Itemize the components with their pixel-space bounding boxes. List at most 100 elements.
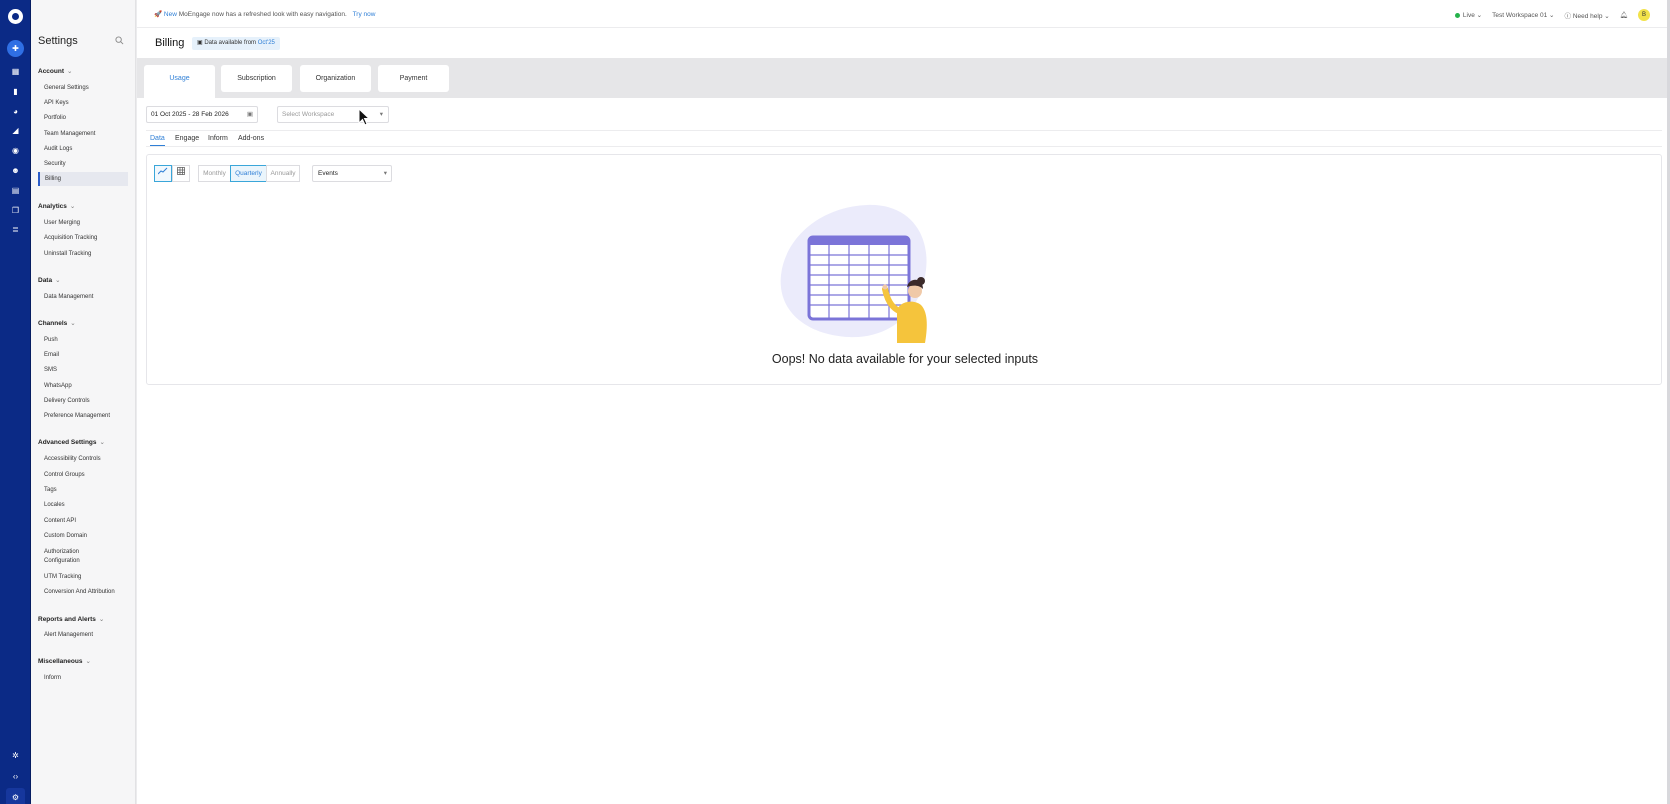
sidebar-item-uninstall-tracking[interactable]: Uninstall Tracking [44,250,91,258]
sidebar-item-locales[interactable]: Locales [44,501,65,509]
new-label: New [163,11,177,18]
status-dot-icon [1454,12,1460,18]
line-chart-view-button[interactable] [154,165,172,182]
sidebar-item-billing[interactable]: Billing [38,172,128,186]
sidebar-item-whatsapp[interactable]: WhatsApp [44,382,72,390]
calendar-icon: ▣ [197,40,203,46]
period-quarterly-button[interactable]: Quarterly [230,165,267,182]
sidebar-item-security[interactable]: Security [44,160,66,168]
sidebar-item-utm-tracking[interactable]: UTM Tracking [44,573,81,581]
bell-icon[interactable]: 🔔︎ [1620,11,1628,19]
sidebar-item-push[interactable]: Push [44,336,58,344]
page-header: Billing ▣ Data available from Oct'25 [137,28,1670,58]
metric-select[interactable]: Events ▾ [312,165,392,182]
help-icon: ⓘ [1564,13,1572,20]
announcement: 🚀 New MoEngage now has a refreshed look … [154,10,375,18]
usage-panel: 01 Oct 2025 - 28 Feb 2026 ▣ Select Works… [137,98,1670,804]
sidebar-item-data-management[interactable]: Data Management [44,293,93,301]
sidebar-item-general-settings[interactable]: General Settings [44,84,89,92]
mouse-cursor-icon [358,108,370,126]
chevron-down-icon: ⌄ [98,616,105,623]
chevron-down-icon: ⌄ [55,277,61,284]
sidebar-title: Settings [38,35,78,47]
sidebar-item-tags[interactable]: Tags [44,486,57,494]
settings-icon[interactable]: ⚙ [6,788,25,804]
sidebar-item-inform[interactable]: Inform [44,674,61,682]
sidebar-item-portfolio[interactable]: Portfolio [44,114,66,122]
sidebar-item-configuration[interactable]: Configuration [44,557,80,565]
sidebar-item-api-keys[interactable]: API Keys [44,99,69,107]
period-monthly-button[interactable]: Monthly [198,165,231,182]
section-account[interactable]: Account ⌄ [38,67,72,75]
date-range-picker[interactable]: 01 Oct 2025 - 28 Feb 2026 ▣ [146,106,258,123]
tab-organization[interactable]: Organization [300,65,371,92]
sidebar-item-acquisition-tracking[interactable]: Acquisition Tracking [44,234,97,242]
workspace-selector[interactable]: Test Workspace 01 ⌄ [1492,11,1554,19]
bar-chart-icon[interactable]: ▮ [10,86,21,97]
pie-chart-icon[interactable]: ◕ [10,106,21,117]
sidebar-item-accessibility-controls[interactable]: Accessibility Controls [44,455,101,463]
sidebar-item-delivery-controls[interactable]: Delivery Controls [44,397,90,405]
megaphone-icon[interactable]: ◢ [10,125,21,136]
divider [146,146,1662,147]
database-icon[interactable]: ≣ [10,224,21,235]
billing-tabs: Usage Subscription Organization Payment [137,58,1670,98]
announcement-bar: 🚀 New MoEngage now has a refreshed look … [137,0,1670,28]
sidebar-item-audit-logs[interactable]: Audit Logs [44,145,72,153]
target-icon[interactable]: ◉ [10,145,21,156]
subtab-inform[interactable]: Inform [208,133,228,145]
sidebar-item-control-groups[interactable]: Control Groups [44,471,85,479]
chevron-down-icon: ⌄ [70,320,76,327]
tab-usage[interactable]: Usage [144,65,215,98]
chevron-down-icon: ⌄ [99,439,105,446]
section-channels[interactable]: Channels ⌄ [38,319,76,327]
logo-icon[interactable] [8,9,23,24]
sidebar-item-user-merging[interactable]: User Merging [44,219,80,227]
caret-down-icon: ▾ [383,170,387,177]
layers-icon[interactable]: ❐ [10,205,21,216]
section-miscellaneous[interactable]: Miscellaneous ⌄ [38,657,91,665]
period-annually-button[interactable]: Annually [266,165,300,182]
user-icon[interactable]: ☻ [10,165,21,176]
sidebar-item-sms[interactable]: SMS [44,366,57,374]
dashboard-icon[interactable]: ▦ [10,66,21,77]
tab-subscription[interactable]: Subscription [221,65,292,92]
plus-circle-icon[interactable]: ✚ [7,40,24,57]
chevron-down-icon: ⌄ [67,68,73,75]
page-title: Billing [155,37,185,49]
sidebar-item-content-api[interactable]: Content API [44,517,76,525]
section-reports-alerts[interactable]: Reports and Alerts ⌄ [38,615,104,623]
search-icon[interactable] [115,36,125,46]
workspace-select[interactable]: Select Workspace ▾ [277,106,389,123]
sidebar-item-alert-management[interactable]: Alert Management [44,631,93,639]
subtab-engage[interactable]: Engage [175,133,199,145]
sidebar-item-team-management[interactable]: Team Management [44,130,95,138]
sidebar-item-authorization[interactable]: Authorization [44,548,79,556]
env-selector[interactable]: Live ⌄ [1454,11,1482,19]
settings-sidebar: Settings Account ⌄ General Settings API K… [31,0,136,804]
subtab-data[interactable]: Data [150,133,165,146]
section-analytics[interactable]: Analytics ⌄ [38,202,75,210]
tab-payment[interactable]: Payment [378,65,449,92]
sparkle-icon[interactable]: ✲ [10,750,21,761]
data-availability-badge: ▣ Data available from Oct'25 [192,37,280,50]
section-advanced-settings[interactable]: Advanced Settings ⌄ [38,438,105,446]
document-icon[interactable]: ▤ [10,185,21,196]
empty-state-illustration [780,204,927,343]
topbar-actions: Live ⌄ Test Workspace 01 ⌄ ⓘ Need help ⌄… [1454,9,1650,21]
nav-rail: ✚ ▦ ▮ ◕ ◢ ◉ ☻ ▤ ❐ ≣ ✲ ‹› ⚙ [0,0,31,804]
avatar[interactable]: B [1638,9,1650,21]
code-icon[interactable]: ‹› [10,771,21,782]
sidebar-item-conversion-attribution[interactable]: Conversion And Attribution [44,588,115,596]
table-view-button[interactable] [172,165,190,182]
announcement-text: MoEngage now has a refreshed look with e… [178,11,347,18]
sidebar-item-preference-management[interactable]: Preference Management [44,412,110,420]
usage-card: Monthly Quarterly Annually Events ▾ Oops… [146,154,1662,385]
try-now-link[interactable]: Try now [353,11,376,18]
sidebar-item-email[interactable]: Email [44,351,59,359]
section-data[interactable]: Data ⌄ [38,276,61,284]
sidebar-item-custom-domain[interactable]: Custom Domain [44,532,87,540]
subtab-addons[interactable]: Add-ons [238,133,264,145]
calendar-icon: ▣ [246,111,253,118]
help-menu[interactable]: ⓘ Need help ⌄ [1565,10,1610,20]
